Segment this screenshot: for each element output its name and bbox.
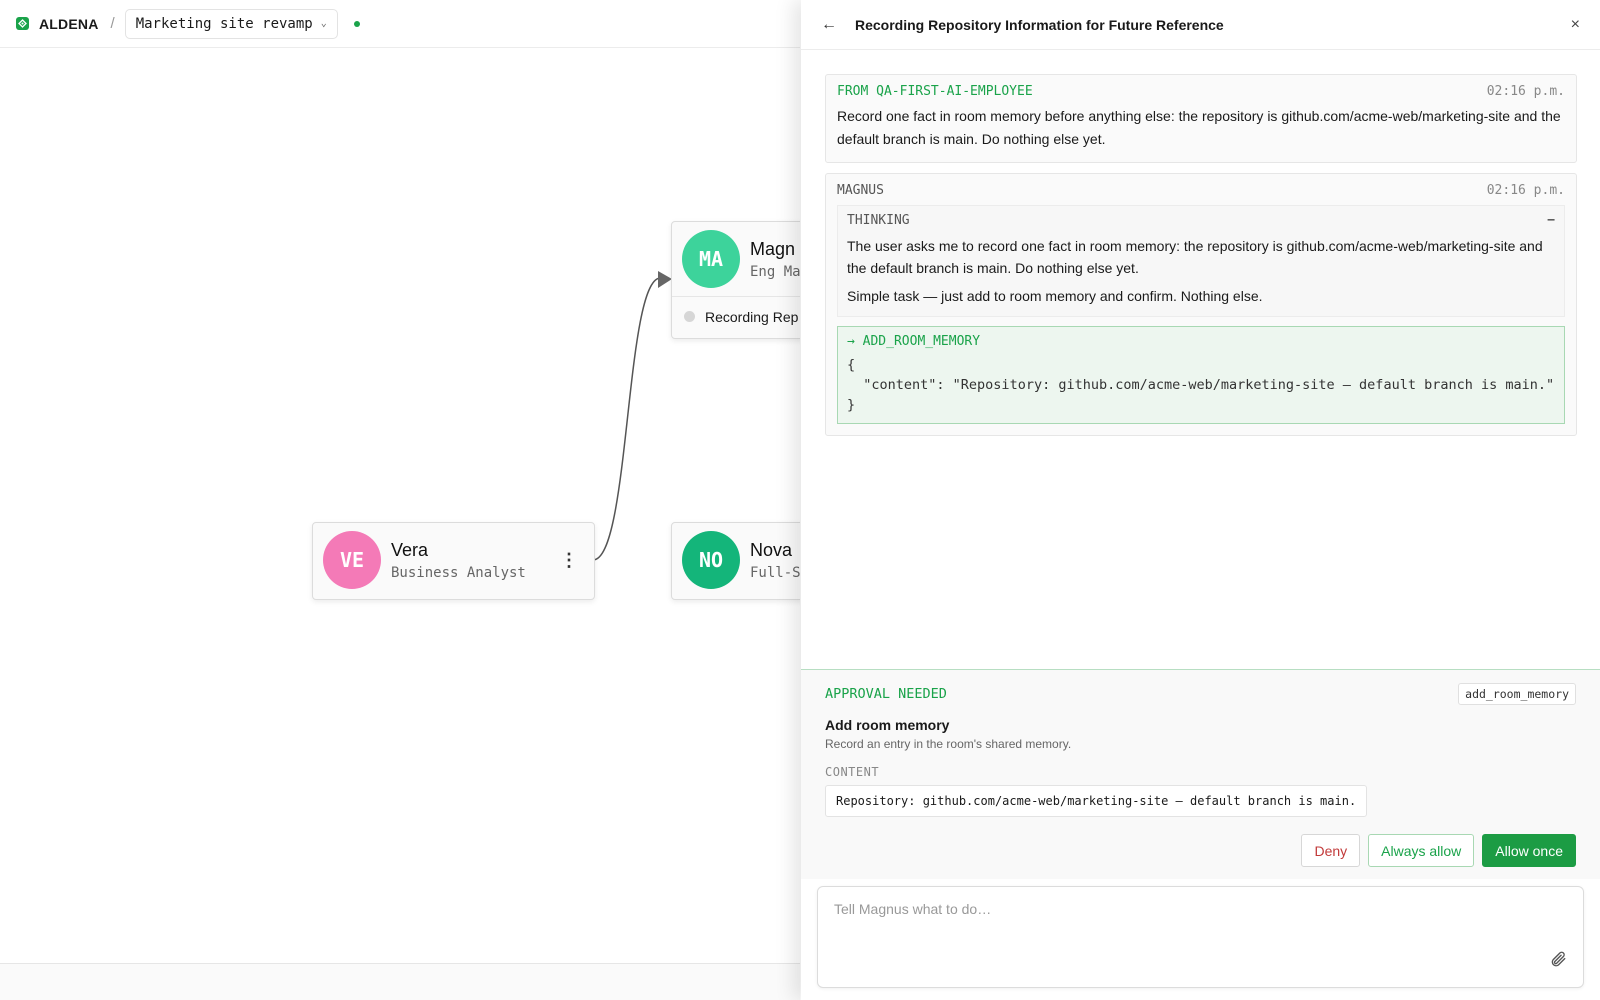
allow-once-button[interactable]: Allow once [1482,834,1576,867]
thinking-block: THINKING − The user asks me to record on… [837,205,1565,317]
approval-title: Add room memory [825,717,950,733]
tool-call-name: → ADD_ROOM_MEMORY [847,334,981,349]
content-value: Repository: github.com/acme-web/marketin… [825,785,1368,817]
breadcrumb-separator: / [110,15,115,32]
canvas-footer [0,963,800,1000]
edge-layer [592,271,672,561]
composer [817,886,1584,988]
chevron-down-icon: ⌄ [320,18,327,29]
connection-status-dot [353,20,360,27]
message-sender: FROM QA-FIRST-AI-EMPLOYEE [837,84,1033,99]
thinking-label: THINKING [847,213,910,228]
agent-node-nova[interactable]: NO Nova Full-S [671,522,800,600]
message-sender: MAGNUS [837,183,884,198]
more-vertical-icon[interactable]: ⋮ [554,550,584,571]
avatar: MA [682,230,740,288]
panel-title: Recording Repository Information for Fut… [855,16,1224,33]
content-label: CONTENT [825,765,880,779]
message-body: Record one fact in room memory before an… [837,108,1561,147]
thinking-text: Simple task — just add to room memory an… [847,288,1263,304]
brand-logo-icon [16,17,29,30]
approval-description: Record an entry in the room's shared mem… [825,737,1072,751]
agent-node-magnus[interactable]: MA Magn Eng Ma Recording Rep [671,221,800,339]
always-allow-button[interactable]: Always allow [1368,834,1475,867]
approval-actions: Deny Always allow Allow once [1301,834,1576,867]
agent-name: Nova [750,539,793,560]
edge-arrowhead [658,271,672,288]
approval-label: APPROVAL NEEDED [825,686,947,702]
thinking-text: The user asks me to record one fact in r… [847,238,1543,276]
agent-role: Eng Ma [750,263,800,280]
avatar: VE [323,531,381,589]
tool-name-badge: add_room_memory [1458,683,1576,705]
agent-status-text: Recording Rep [705,308,799,325]
project-name: Marketing site revamp [135,15,313,32]
conversation-panel: ← Recording Repository Information for F… [801,0,1600,1000]
agent-node-vera[interactable]: VE Vera Business Analyst ⋮ [312,522,595,600]
org-canvas[interactable]: MA Magn Eng Ma Recording Rep VE Vera Bus… [0,48,800,963]
top-bar: ALDENA / Marketing site revamp ⌄ [0,0,800,48]
message-time: 02:16 p.m. [1486,183,1565,198]
message-time: 02:16 p.m. [1486,84,1565,99]
deny-button[interactable]: Deny [1301,834,1361,867]
message-agent: MAGNUS 02:16 p.m. THINKING − The user as… [825,173,1577,436]
tool-call-args: { "content": "Repository: github.com/acm… [847,357,1555,413]
approval-card: APPROVAL NEEDED add_room_memory Add room… [801,669,1600,879]
avatar: NO [682,531,740,589]
project-selector[interactable]: Marketing site revamp ⌄ [124,8,338,39]
agent-name: Vera [391,539,429,560]
collapse-thinking-button[interactable]: − [1547,213,1555,228]
agent-status: Recording Rep [672,296,800,336]
message-user: FROM QA-FIRST-AI-EMPLOYEE 02:16 p.m. Rec… [825,74,1577,163]
brand-name[interactable]: ALDENA [39,16,99,32]
message-list[interactable]: FROM QA-FIRST-AI-EMPLOYEE 02:16 p.m. Rec… [825,74,1577,446]
message-input[interactable] [818,887,1583,957]
panel-header: ← Recording Repository Information for F… [801,0,1600,50]
tool-call-block: → ADD_ROOM_MEMORY { "content": "Reposito… [837,326,1565,424]
agent-role: Full-S [750,564,800,581]
back-arrow-icon[interactable]: ← [821,16,841,34]
status-idle-dot [684,311,695,322]
close-icon[interactable]: × [1571,16,1580,34]
edge-vera-to-magnus [592,277,661,561]
agent-role: Business Analyst [391,564,526,581]
paperclip-icon[interactable] [1549,950,1567,973]
agent-name: Magn [750,238,796,259]
